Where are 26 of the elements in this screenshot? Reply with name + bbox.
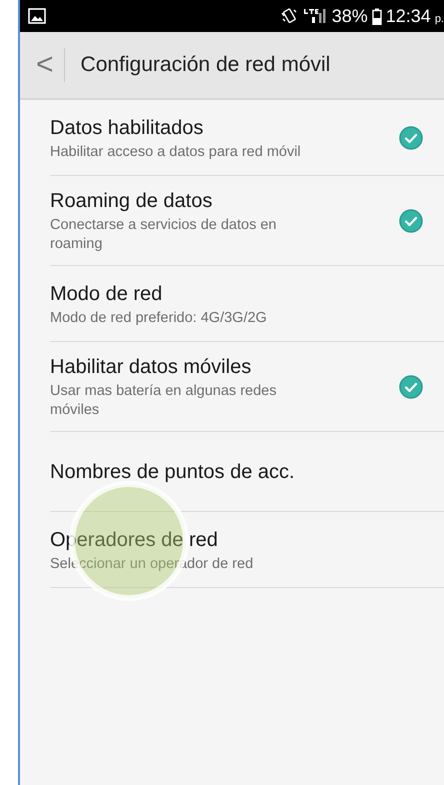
setting-description: Habilitar acceso a datos para red móvil bbox=[50, 142, 302, 162]
setting-title: Modo de red bbox=[50, 282, 164, 306]
settings-item[interactable]: Habilitar datos móviles Usar mas batería en algunas redes móviles bbox=[50, 342, 444, 432]
settings-item[interactable]: Nombres de puntos de acc. bbox=[50, 432, 444, 512]
clock-time: 12:34 bbox=[386, 6, 431, 26]
clock-suffix: p. bbox=[434, 13, 444, 25]
setting-title: Habilitar datos móviles bbox=[50, 355, 252, 380]
vibrate-icon bbox=[280, 7, 298, 25]
battery-percent: 38% bbox=[332, 6, 368, 26]
screen-title: Configuración de red móvil bbox=[80, 53, 330, 77]
checkbox[interactable] bbox=[399, 375, 423, 399]
setting-title: Datos habilitados bbox=[50, 116, 204, 140]
back-button[interactable]: < bbox=[20, 50, 64, 80]
setting-title: Roaming de datos bbox=[50, 189, 214, 214]
checkbox[interactable] bbox=[399, 209, 423, 233]
battery-icon bbox=[372, 8, 382, 24]
settings-item[interactable]: Datos habilitados Habilitar acceso a datos para red móvil bbox=[50, 100, 444, 176]
setting-description: Conectarse a servicios de datos en roaming bbox=[50, 216, 278, 254]
setting-title: Nombres de puntos de acc. bbox=[50, 460, 296, 485]
settings-item[interactable]: Modo de red Modo de red preferido: 4G/3G/2G bbox=[50, 266, 444, 342]
image-notification-icon bbox=[28, 8, 46, 24]
settings-item[interactable]: Roaming de datos Conectarse a servicios de datos en roaming bbox=[50, 176, 444, 266]
lte-signal-icon bbox=[302, 7, 328, 25]
checkbox[interactable] bbox=[399, 126, 423, 150]
setting-description: Modo de red preferido: 4G/3G/2G bbox=[50, 308, 268, 328]
setting-description: Usar mas batería en algunas redes móviles bbox=[50, 382, 278, 420]
